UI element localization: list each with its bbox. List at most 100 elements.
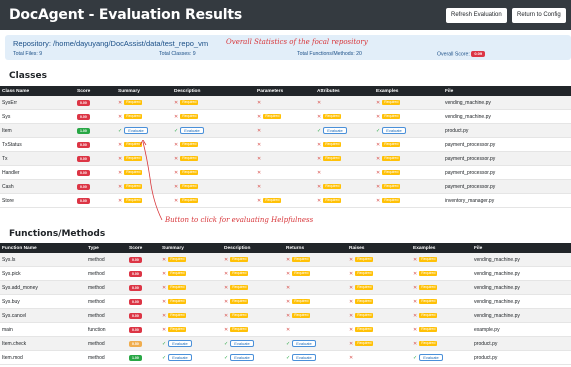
function-type: method (86, 294, 127, 309)
parameters-cell: ✕ (255, 151, 315, 166)
evaluate-button[interactable]: Evaluate (292, 340, 316, 347)
examples-cell: ✕ Required (411, 336, 472, 351)
required-badge: Required (355, 326, 374, 332)
evaluate-button[interactable]: Evaluate (230, 340, 254, 347)
description-cell: ✕ Required (172, 137, 255, 152)
required-badge: Required (230, 298, 249, 304)
file-name: vending_machine.py (443, 109, 571, 124)
description-cell: ✕ Required (222, 280, 284, 295)
table-row: SysErr 0.00 ✕ Required ✕ Required ✕ ✕ ✕ Required v… (0, 96, 571, 110)
evaluate-button[interactable]: Evaluate (180, 127, 204, 134)
examples-cell: ✕ Required (374, 137, 443, 152)
file-name: example.py (472, 322, 571, 337)
file-name: vending_machine.py (472, 280, 571, 295)
file-name: payment_processor.py (443, 179, 571, 194)
examples-cell: ✕ Required (374, 151, 443, 166)
missing-x-icon: ✕ (257, 127, 262, 134)
score-cell: 0.00 (127, 253, 160, 267)
evaluate-button[interactable]: Evaluate (168, 340, 192, 347)
summary-cell: ✓ Evaluate (160, 350, 222, 365)
missing-x-icon: ✕ (317, 183, 322, 190)
required-badge: Required (180, 197, 199, 203)
raises-cell: ✕ Required (347, 253, 411, 267)
required-badge: Required (124, 99, 143, 105)
missing-x-icon: ✕ (317, 113, 322, 120)
required-badge: Required (323, 113, 342, 119)
evaluate-button[interactable]: Evaluate (230, 354, 254, 361)
description-cell: ✕ Required (222, 294, 284, 309)
returns-cell: ✓ Evaluate (284, 350, 347, 365)
missing-x-icon: ✕ (286, 326, 291, 333)
missing-x-icon: ✕ (413, 340, 418, 347)
examples-cell: ✕ Required (411, 308, 472, 323)
classes-table: Class Name Score Summary Description Paramet… (0, 86, 571, 208)
evaluate-button[interactable]: Evaluate (419, 354, 443, 361)
table-row: Item.check method 0.50 ✓ Evaluate ✓ Evaluate ✓ E… (0, 336, 571, 351)
column-header: Attributes (315, 86, 374, 96)
column-header: Examples (411, 243, 472, 253)
required-badge: Required (323, 183, 342, 189)
description-cell: ✕ Required (222, 322, 284, 337)
evaluate-button[interactable]: Evaluate (382, 127, 406, 134)
returns-cell: ✕ Required (284, 308, 347, 323)
class-name: Item (0, 123, 75, 138)
missing-x-icon: ✕ (376, 183, 381, 190)
missing-x-icon: ✕ (118, 113, 123, 120)
class-name: TxStatus (0, 137, 75, 152)
missing-x-icon: ✕ (286, 284, 291, 291)
evaluate-button[interactable]: Evaluate (323, 127, 347, 134)
column-header: Returns (284, 243, 347, 253)
attributes-cell: ✕ Required (315, 109, 374, 124)
refresh-evaluation-button[interactable]: Refresh Evaluation (446, 8, 507, 23)
description-cell: ✕ Required (172, 165, 255, 180)
parameters-cell: ✕ Required (255, 193, 315, 208)
examples-cell: ✕ Required (374, 193, 443, 208)
total-files: Total Files: 9 (13, 51, 43, 57)
column-header: Raises (347, 243, 411, 253)
attributes-cell: ✕ (315, 96, 374, 110)
missing-x-icon: ✕ (224, 312, 229, 319)
missing-x-icon: ✕ (162, 312, 167, 319)
total-classes: Total Classes: 9 (159, 51, 196, 57)
missing-x-icon: ✕ (376, 197, 381, 204)
evaluate-button[interactable]: Evaluate (168, 354, 192, 361)
missing-x-icon: ✕ (162, 256, 167, 263)
missing-x-icon: ✕ (174, 99, 179, 106)
evaluate-button[interactable]: Evaluate (292, 354, 316, 361)
annotation-arrow-icon (140, 140, 163, 221)
evaluate-button[interactable]: Evaluate (124, 127, 148, 134)
description-cell: ✕ Required (222, 308, 284, 323)
required-badge: Required (180, 155, 199, 161)
required-badge: Required (230, 284, 249, 290)
examples-cell: ✕ Required (411, 253, 472, 267)
required-badge: Required (292, 312, 311, 318)
function-type: method (86, 350, 127, 365)
required-badge: Required (382, 155, 401, 161)
required-badge: Required (419, 312, 438, 318)
examples-cell: ✓ Evaluate (411, 350, 472, 365)
return-to-config-button[interactable]: Return to Config (512, 8, 566, 23)
examples-cell: ✕ Required (411, 294, 472, 309)
missing-x-icon: ✕ (257, 141, 262, 148)
score-badge: 0.00 (77, 99, 90, 106)
column-header: Type (86, 243, 127, 253)
function-type: method (86, 280, 127, 295)
checkmark-icon: ✓ (118, 127, 123, 134)
missing-x-icon: ✕ (349, 326, 354, 333)
examples-cell: ✕ Required (411, 280, 472, 295)
score-badge: 0.00 (129, 270, 142, 277)
raises-cell: ✕ Required (347, 266, 411, 281)
class-name: Tx (0, 151, 75, 166)
required-badge: Required (292, 270, 311, 276)
required-badge: Required (355, 284, 374, 290)
parameters-cell: ✕ (255, 165, 315, 180)
required-badge: Required (168, 312, 187, 318)
evaluate-button-annotation: Button to click for evaluating Helpfulne… (165, 216, 314, 224)
score-badge: 1.00 (77, 127, 90, 134)
required-badge: Required (419, 284, 438, 290)
required-badge: Required (382, 113, 401, 119)
table-row: Sys.add_money method 0.00 ✕ Required ✕ Require… (0, 280, 571, 295)
missing-x-icon: ✕ (224, 270, 229, 277)
table-row: Item 1.00 ✓ Evaluate ✓ Evaluate ✕ ✓ Evaluate ✓ Eva… (0, 123, 571, 138)
required-badge: Required (355, 312, 374, 318)
